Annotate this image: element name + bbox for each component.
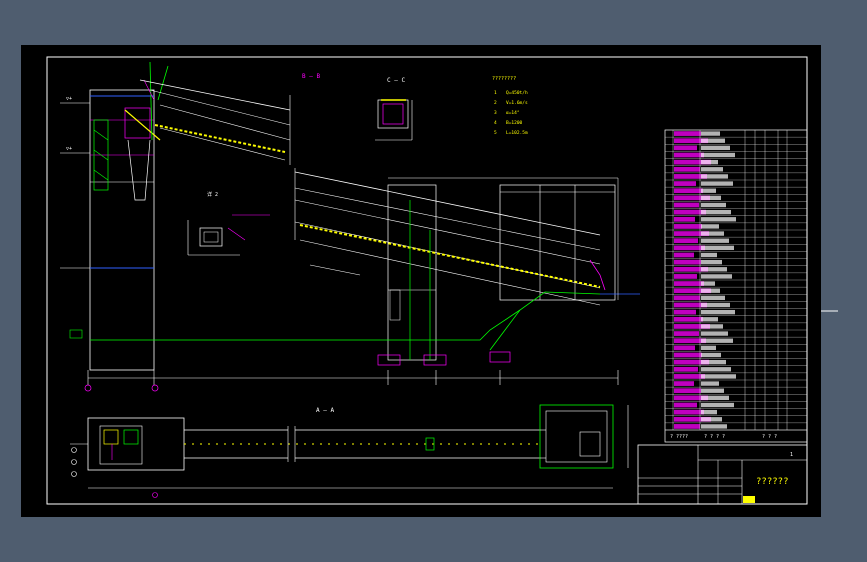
detail-label: 详 2 bbox=[207, 191, 218, 198]
table-footer-left: ? ???? bbox=[670, 434, 688, 440]
section-aa-label: A — A bbox=[316, 407, 334, 414]
svg-text:▽+: ▽+ bbox=[66, 146, 72, 152]
svg-text:2: 2 bbox=[494, 100, 497, 106]
svg-text:▽+: ▽+ bbox=[66, 96, 72, 102]
svg-text:Q=450t/h: Q=450t/h bbox=[506, 90, 528, 96]
svg-text:3: 3 bbox=[494, 110, 497, 116]
svg-text:L=102.5m: L=102.5m bbox=[506, 130, 528, 136]
paper-area bbox=[21, 45, 821, 517]
cad-viewport[interactable]: ▽+ ▽+ B — B C — C A — A 详 2 ???????? 1 Q… bbox=[0, 0, 867, 562]
title-block-name: ?????? bbox=[756, 477, 789, 487]
svg-text:V=1.6m/s: V=1.6m/s bbox=[506, 100, 528, 106]
svg-text:α=14°: α=14° bbox=[506, 110, 520, 116]
table-footer-right: ? ? ? bbox=[762, 434, 777, 440]
svg-text:????????: ???????? bbox=[492, 76, 516, 82]
table-footer-mid: ? ? ? ? bbox=[704, 434, 725, 440]
svg-text:1: 1 bbox=[494, 90, 497, 96]
svg-text:1: 1 bbox=[790, 452, 793, 458]
section-cc-label: C — C bbox=[387, 77, 405, 84]
svg-text:4: 4 bbox=[494, 120, 497, 126]
svg-text:5: 5 bbox=[494, 130, 497, 136]
svg-text:B=1200: B=1200 bbox=[506, 120, 523, 126]
section-bb-label: B — B bbox=[302, 73, 320, 80]
drawing-sheet: ▽+ ▽+ B — B C — C A — A 详 2 ???????? 1 Q… bbox=[21, 45, 838, 517]
